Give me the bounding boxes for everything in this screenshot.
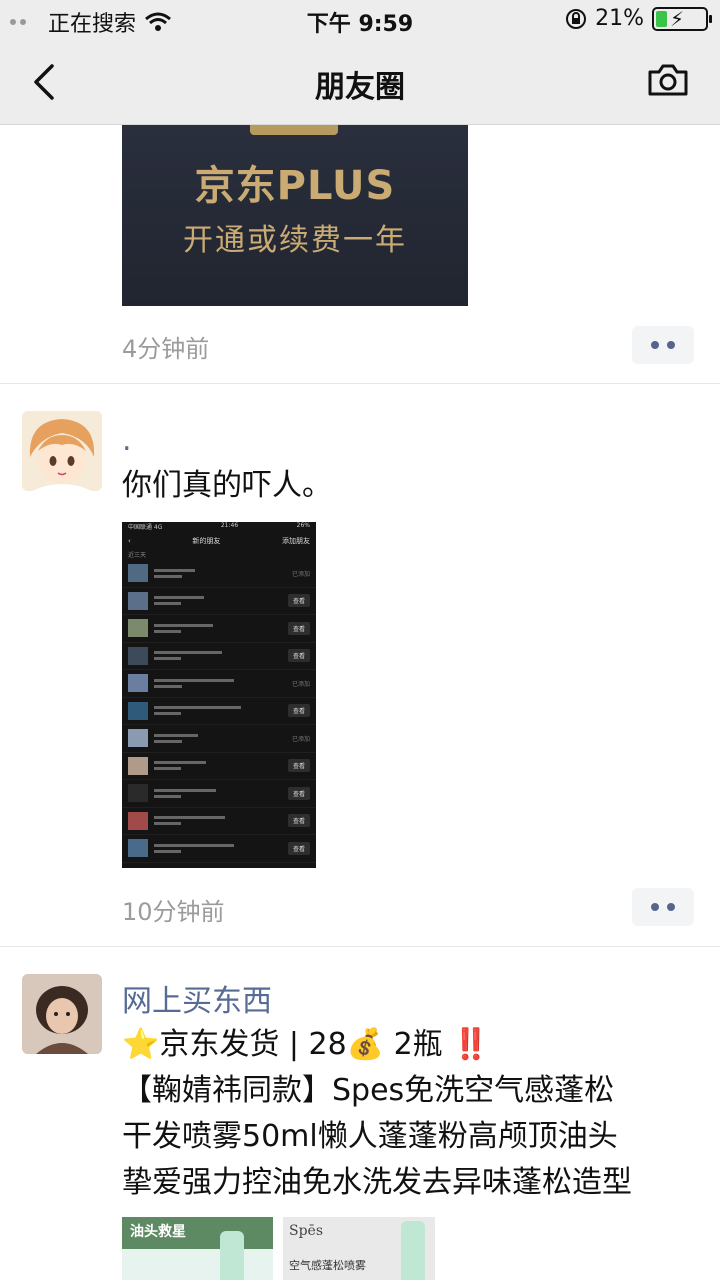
post-image-jd-plus[interactable]: 京东PLUS 开通或续费一年 <box>122 125 468 306</box>
screenshot-header: ‹ 新的朋友 添加朋友 <box>122 532 316 550</box>
screenshot-row-text <box>154 731 292 746</box>
screenshot-row: 查看 <box>122 615 316 643</box>
post-author-name[interactable]: . <box>122 423 132 458</box>
anime-avatar-icon <box>22 411 102 491</box>
product-brand: Spēs <box>289 1223 324 1239</box>
screenshot-row: 查看 <box>122 698 316 725</box>
screenshot-row: 查看 <box>122 808 316 835</box>
post-text-line: 【鞠婧祎同款】Spes免洗空气感蓬松 <box>122 1073 615 1108</box>
screenshot-view-button: 查看 <box>287 759 310 773</box>
screenshot-rows: 已添加 查看 查看 查看 已添加 查看 已添加 查看 查看 查看 查看 <box>122 560 316 863</box>
screenshot-row: 查看 <box>122 588 316 615</box>
screenshot-row-avatar <box>128 811 148 830</box>
screenshot-view-button: 查看 <box>287 621 310 635</box>
screenshot-row-text <box>154 676 292 691</box>
image-title: 京东PLUS <box>194 163 396 209</box>
screenshot-status-bar: 中国联通 4G 21:46 26% <box>122 522 316 532</box>
post-text: 你们真的吓人。 <box>122 468 332 503</box>
screenshot-row: 已添加 <box>122 560 316 588</box>
screenshot-title: 新的朋友 <box>192 537 221 545</box>
screenshot-view-button: 查看 <box>287 786 310 800</box>
post-text-line: ⭐京东发货 | 28💰 2瓶 ‼️ <box>122 1027 490 1062</box>
battery-icon: ⚡ <box>652 6 712 31</box>
post-text-line: 挚爱强力控油免水洗发去异味蓬松造型 <box>122 1165 632 1200</box>
charging-bolt-icon: ⚡ <box>670 6 685 31</box>
post-image-screenshot[interactable]: 中国联通 4G 21:46 26% ‹ 新的朋友 添加朋友 近三天 已添加 查看查… <box>122 522 316 868</box>
screenshot-row-text <box>154 841 288 856</box>
page-title: 朋友圈 <box>315 70 405 105</box>
screenshot-view-button: 查看 <box>287 841 310 855</box>
screenshot-row: 查看 <box>122 643 316 670</box>
screenshot-row-text <box>154 648 288 663</box>
screenshot-row-text <box>154 758 288 773</box>
product-banner: 油头救星 <box>122 1217 273 1249</box>
post-text-line: 干发喷雾50ml懒人蓬蓬粉高颅顶油头 <box>122 1119 618 1154</box>
screenshot-row: 已添加 <box>122 670 316 698</box>
more-actions-button[interactable] <box>632 888 694 926</box>
screenshot-battery: 26% <box>296 522 310 529</box>
gold-card-icon <box>250 125 338 135</box>
screenshot-row-text <box>154 703 288 718</box>
spray-bottle-icon <box>401 1221 425 1280</box>
screenshot-added-label: 已添加 <box>291 680 310 688</box>
post-image-product-1[interactable]: 油头救星 <box>122 1217 273 1280</box>
spray-bottle-icon <box>220 1231 244 1280</box>
moments-feed[interactable]: 京东PLUS 开通或续费一年 4分钟前 . 你们真的吓人。 中国联通 4G 21… <box>0 125 720 1280</box>
screenshot-row-text <box>154 621 288 636</box>
avatar[interactable] <box>22 974 102 1054</box>
child-photo-avatar-icon <box>22 974 102 1054</box>
post-divider <box>0 946 720 947</box>
post-author-name[interactable]: 网上买东西 <box>122 976 272 1020</box>
post-time: 10分钟前 <box>122 898 225 926</box>
product-caption: 空气感蓬松喷雾 <box>289 1259 366 1272</box>
screenshot-row-avatar <box>128 564 148 583</box>
screenshot-row: 查看 <box>122 835 316 863</box>
screenshot-row: 已添加 <box>122 725 316 753</box>
screenshot-row-text <box>154 566 292 581</box>
image-subtitle: 开通或续费一年 <box>183 223 407 258</box>
screenshot-row: 查看 <box>122 780 316 808</box>
screenshot-row-text <box>154 786 288 801</box>
screenshot-view-button: 查看 <box>287 649 310 663</box>
screenshot-row-avatar <box>128 729 148 748</box>
screenshot-view-button: 查看 <box>287 704 310 718</box>
screenshot-time: 21:46 <box>220 522 239 529</box>
screenshot-section: 近三天 <box>128 552 147 559</box>
screenshot-row-avatar <box>128 591 148 610</box>
status-bar: 正在搜索 下午 9:59 21% ⚡ <box>0 0 720 40</box>
more-actions-button[interactable] <box>632 326 694 364</box>
screenshot-row-avatar <box>128 784 148 803</box>
screenshot-view-button: 查看 <box>287 594 310 608</box>
post-image-product-2[interactable]: Spēs 空气感蓬松喷雾 <box>283 1217 435 1280</box>
status-right: 21% ⚡ <box>565 6 712 31</box>
screenshot-row-avatar <box>128 619 148 638</box>
screenshot-row-avatar <box>128 646 148 665</box>
screenshot-added-label: 已添加 <box>291 735 310 743</box>
screenshot-row-text <box>154 593 288 608</box>
screenshot-row: 查看 <box>122 753 316 780</box>
screenshot-row-text <box>154 813 288 828</box>
screenshot-row-avatar <box>128 701 148 720</box>
post-divider <box>0 383 720 384</box>
nav-bar: 朋友圈 <box>0 40 720 125</box>
battery-fill <box>656 10 667 27</box>
screenshot-action: 添加朋友 <box>282 537 310 545</box>
battery-percent: 21% <box>595 6 644 31</box>
screenshot-row-avatar <box>128 756 148 775</box>
screenshot-row-avatar <box>128 674 148 693</box>
screenshot-back-icon: ‹ <box>128 537 131 545</box>
screenshot-row-avatar <box>128 839 148 858</box>
avatar[interactable] <box>22 411 102 491</box>
post-time: 4分钟前 <box>122 335 210 363</box>
camera-icon[interactable] <box>646 60 690 100</box>
screenshot-carrier: 中国联通 4G <box>128 524 163 531</box>
screenshot-view-button: 查看 <box>287 814 310 828</box>
rotation-lock-icon <box>566 8 587 29</box>
screenshot-added-label: 已添加 <box>291 570 310 578</box>
